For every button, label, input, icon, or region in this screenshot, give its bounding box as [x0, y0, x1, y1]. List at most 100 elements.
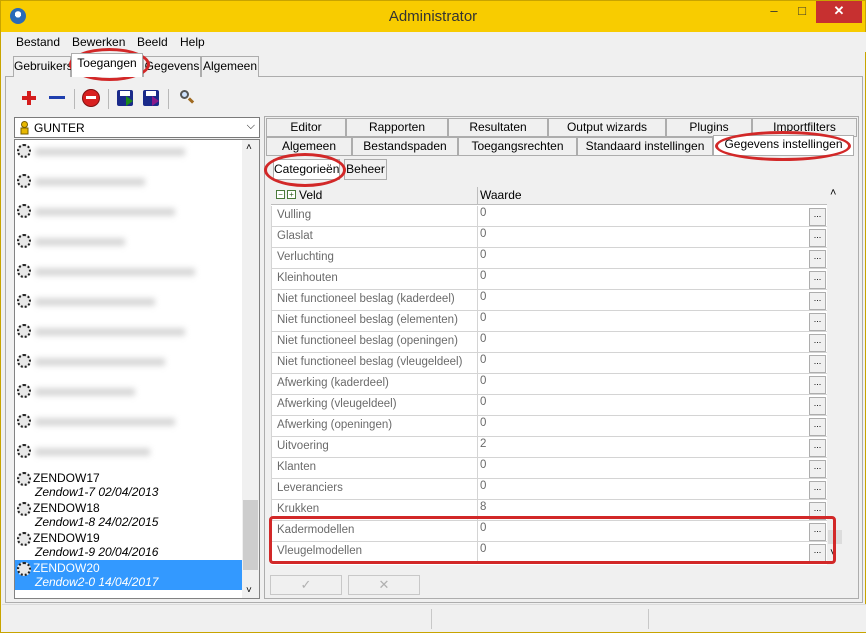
- column-header-veld[interactable]: Veld: [299, 188, 322, 202]
- tab-gebruikers[interactable]: Gebruikers: [13, 56, 73, 77]
- tab-algemeen-settings[interactable]: Algemeen: [266, 137, 352, 156]
- list-item[interactable]: [15, 262, 243, 292]
- cell-waarde[interactable]: 0: [480, 396, 486, 408]
- menu-bewerken[interactable]: Bewerken: [72, 35, 125, 49]
- list-item[interactable]: [15, 352, 243, 382]
- subtab-categorieen[interactable]: Categorieën: [273, 159, 340, 180]
- ellipsis-button[interactable]: ...: [809, 292, 826, 310]
- export-icon[interactable]: [139, 86, 163, 110]
- cell-waarde[interactable]: 0: [480, 543, 486, 555]
- title-bar[interactable]: Administrator – □ ✕: [1, 1, 865, 32]
- cell-waarde[interactable]: 0: [480, 459, 486, 471]
- list-item[interactable]: [15, 412, 243, 442]
- tab-editor[interactable]: Editor: [266, 118, 346, 137]
- maximize-button[interactable]: □: [788, 1, 816, 23]
- ellipsis-button[interactable]: ...: [809, 229, 826, 247]
- user-list[interactable]: ZENDOW17 Zendow1-7 02/04/2013 ZENDOW18 Z…: [14, 139, 260, 599]
- ellipsis-button[interactable]: ...: [809, 313, 826, 331]
- table-row[interactable]: Afwerking (openingen) 0...: [271, 416, 827, 437]
- table-row[interactable]: Krukken 8...: [271, 500, 827, 521]
- tab-algemeen[interactable]: Algemeen: [201, 56, 259, 77]
- cell-waarde[interactable]: 0: [480, 228, 486, 240]
- import-icon[interactable]: [113, 86, 137, 110]
- cell-waarde[interactable]: 0: [480, 312, 486, 324]
- grid-scrollbar[interactable]: ˄ ˅: [827, 185, 843, 565]
- tab-standaard-instellingen[interactable]: Standaard instellingen: [577, 137, 713, 156]
- menu-bestand[interactable]: Bestand: [16, 35, 60, 49]
- table-row[interactable]: Klanten 0...: [271, 458, 827, 479]
- table-row[interactable]: Uitvoering 2...: [271, 437, 827, 458]
- close-button[interactable]: ✕: [816, 1, 862, 23]
- table-row[interactable]: Niet functioneel beslag (elementen) 0...: [271, 311, 827, 332]
- list-item[interactable]: [15, 322, 243, 352]
- table-row[interactable]: Leveranciers 0...: [271, 479, 827, 500]
- list-item[interactable]: [15, 292, 243, 322]
- search-icon[interactable]: [175, 86, 199, 110]
- scroll-down-icon[interactable]: ˅: [246, 585, 252, 596]
- user-select[interactable]: GUNTER ⌵: [14, 117, 260, 138]
- cell-waarde[interactable]: 2: [480, 438, 486, 450]
- collapse-all-icon[interactable]: −: [276, 190, 285, 199]
- tab-gegevens[interactable]: Gegevens: [143, 56, 201, 77]
- tab-resultaten[interactable]: Resultaten: [448, 118, 548, 137]
- expand-all-icon[interactable]: +: [287, 190, 296, 199]
- scrollbar-thumb[interactable]: [828, 530, 842, 544]
- cell-waarde[interactable]: 8: [480, 501, 486, 513]
- ellipsis-button[interactable]: ...: [809, 544, 826, 562]
- ellipsis-button[interactable]: ...: [809, 271, 826, 289]
- ellipsis-button[interactable]: ...: [809, 523, 826, 541]
- scroll-up-icon[interactable]: ˄: [830, 187, 836, 199]
- user-item-zendow20[interactable]: ZENDOW20 Zendow2-0 14/04/2017: [15, 560, 243, 590]
- cell-waarde[interactable]: 0: [480, 291, 486, 303]
- ellipsis-button[interactable]: ...: [809, 502, 826, 520]
- table-row[interactable]: Glaslat 0...: [271, 227, 827, 248]
- menu-help[interactable]: Help: [180, 35, 205, 49]
- cell-waarde[interactable]: 0: [480, 207, 486, 219]
- scroll-up-icon[interactable]: ˄: [246, 142, 252, 153]
- remove-icon[interactable]: [45, 86, 69, 110]
- table-row[interactable]: Vleugelmodellen 0...: [271, 542, 827, 563]
- tab-output-wizards[interactable]: Output wizards: [548, 118, 666, 137]
- user-list-scrollbar[interactable]: ˄ ˅: [242, 140, 259, 598]
- cell-waarde[interactable]: 0: [480, 480, 486, 492]
- column-header-waarde[interactable]: Waarde: [480, 188, 522, 202]
- subtab-beheer[interactable]: Beheer: [344, 159, 387, 180]
- confirm-button[interactable]: ✓: [270, 575, 342, 595]
- tab-toegangen[interactable]: Toegangen: [71, 53, 143, 77]
- cancel-button[interactable]: ✕: [348, 575, 420, 595]
- ellipsis-button[interactable]: ...: [809, 355, 826, 373]
- tab-gegevens-instellingen[interactable]: Gegevens instellingen: [713, 135, 854, 156]
- table-row[interactable]: Niet functioneel beslag (kaderdeel) 0...: [271, 290, 827, 311]
- table-row[interactable]: Kleinhouten 0...: [271, 269, 827, 290]
- cell-waarde[interactable]: 0: [480, 354, 486, 366]
- list-item[interactable]: [15, 232, 243, 262]
- ellipsis-button[interactable]: ...: [809, 376, 826, 394]
- table-row[interactable]: Afwerking (kaderdeel) 0...: [271, 374, 827, 395]
- cell-waarde[interactable]: 0: [480, 270, 486, 282]
- cell-waarde[interactable]: 0: [480, 417, 486, 429]
- delete-icon[interactable]: [79, 86, 103, 110]
- cell-waarde[interactable]: 0: [480, 249, 486, 261]
- table-row[interactable]: Vulling 0...: [271, 206, 827, 227]
- ellipsis-button[interactable]: ...: [809, 418, 826, 436]
- table-row[interactable]: Kadermodellen 0...: [271, 521, 827, 542]
- ellipsis-button[interactable]: ...: [809, 481, 826, 499]
- list-item[interactable]: [15, 382, 243, 412]
- table-row[interactable]: Niet functioneel beslag (openingen) 0...: [271, 332, 827, 353]
- ellipsis-button[interactable]: ...: [809, 460, 826, 478]
- ellipsis-button[interactable]: ...: [809, 250, 826, 268]
- chevron-down-icon[interactable]: ⌵: [247, 120, 255, 133]
- tab-toegangsrechten[interactable]: Toegangsrechten: [458, 137, 577, 156]
- table-row[interactable]: Niet functioneel beslag (vleugeldeel) 0..…: [271, 353, 827, 374]
- cell-waarde[interactable]: 0: [480, 375, 486, 387]
- ellipsis-button[interactable]: ...: [809, 334, 826, 352]
- list-item[interactable]: [15, 442, 243, 472]
- user-item-zendow18[interactable]: ZENDOW18 Zendow1-8 24/02/2015: [15, 500, 243, 530]
- minimize-button[interactable]: –: [760, 1, 788, 23]
- ellipsis-button[interactable]: ...: [809, 439, 826, 457]
- list-item[interactable]: [15, 202, 243, 232]
- list-item[interactable]: [15, 172, 243, 202]
- user-item-zendow19[interactable]: ZENDOW19 Zendow1-9 20/04/2016: [15, 530, 243, 560]
- cell-waarde[interactable]: 0: [480, 333, 486, 345]
- scrollbar-thumb[interactable]: [243, 500, 258, 570]
